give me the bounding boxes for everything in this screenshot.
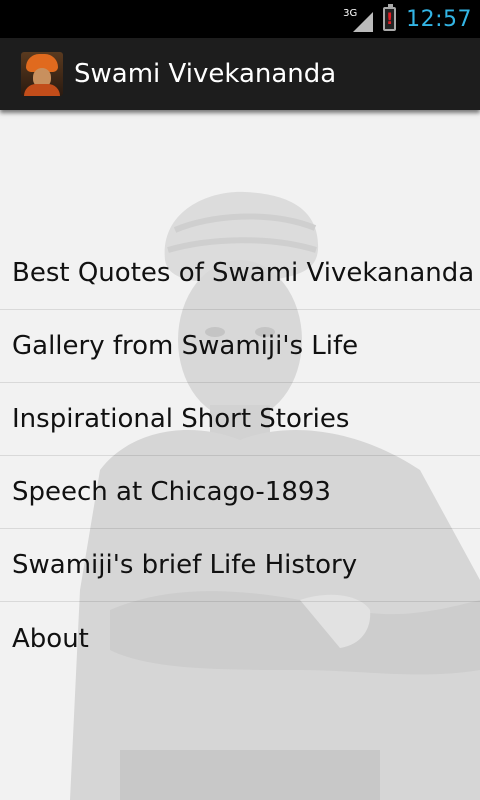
- battery-alert-icon: !: [385, 9, 394, 28]
- main-content: Best Quotes of Swami Vivekananda Gallery…: [0, 110, 480, 800]
- menu-item-best-quotes[interactable]: Best Quotes of Swami Vivekananda: [0, 237, 480, 310]
- robe-shape: [24, 84, 60, 96]
- app-portrait-icon[interactable]: [21, 52, 63, 96]
- app-title: Swami Vivekananda: [74, 59, 337, 89]
- menu-item-short-stories[interactable]: Inspirational Short Stories: [0, 383, 480, 456]
- battery-icon: !: [383, 4, 397, 31]
- signal-icon: 3G: [343, 6, 374, 32]
- status-clock: 12:57: [406, 6, 472, 32]
- menu-item-gallery[interactable]: Gallery from Swamiji's Life: [0, 310, 480, 383]
- status-bar: 3G ! 12:57: [0, 0, 480, 38]
- menu-item-chicago-speech[interactable]: Speech at Chicago-1893: [0, 456, 480, 529]
- menu-item-about[interactable]: About: [0, 602, 480, 675]
- menu-item-life-history[interactable]: Swamiji's brief Life History: [0, 529, 480, 602]
- action-bar: Swami Vivekananda: [0, 38, 480, 110]
- status-icons: 3G ! 12:57: [343, 0, 472, 38]
- menu-list: Best Quotes of Swami Vivekananda Gallery…: [0, 237, 480, 675]
- signal-bars-icon: [353, 12, 374, 32]
